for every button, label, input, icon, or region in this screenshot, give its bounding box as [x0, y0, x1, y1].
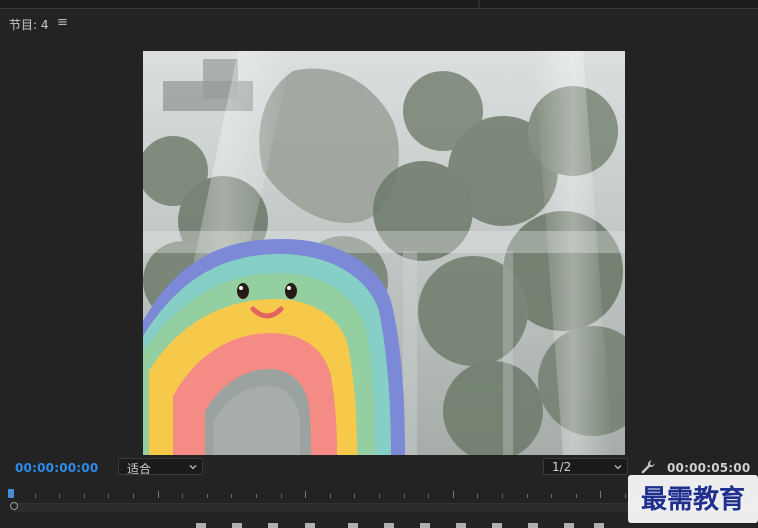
chevron-down-icon: [189, 465, 197, 470]
transport-button[interactable]: [348, 523, 358, 528]
ruler-tick: [59, 494, 60, 498]
hamburger-menu-icon[interactable]: ≡: [57, 15, 68, 30]
ruler-tick: [576, 494, 577, 498]
panel-title[interactable]: 节目: 4: [9, 16, 49, 33]
program-video-frame[interactable]: [143, 51, 625, 455]
transport-button[interactable]: [492, 523, 502, 528]
watermark-text: 最需教育: [641, 484, 745, 515]
transport-button[interactable]: [456, 523, 466, 528]
ruler-tick: [600, 491, 601, 498]
panel-divider: [478, 0, 480, 8]
ruler-tick: [527, 494, 528, 498]
ruler-tick: [330, 494, 331, 498]
chevron-down-icon: [614, 465, 622, 470]
transport-button[interactable]: [528, 523, 538, 528]
ruler-tick: [182, 494, 183, 498]
ruler-tick: [477, 494, 478, 498]
ruler-tick: [133, 494, 134, 498]
scroll-bar-left-handle[interactable]: [10, 502, 18, 510]
transport-button[interactable]: [420, 523, 430, 528]
ruler-tick: [256, 494, 257, 498]
ruler-tick: [108, 494, 109, 498]
ruler-tick: [404, 494, 405, 498]
program-monitor-panel: 节目: 4 ≡ 00:00:00:00 适合 1/2 00:00:05:00 最…: [0, 0, 758, 528]
ruler-tick: [10, 491, 11, 498]
watermark-text-art: 最需教育: [641, 484, 745, 515]
current-timecode[interactable]: 00:00:00:00: [15, 461, 98, 475]
ruler-tick: [379, 494, 380, 498]
ruler-tick: [84, 494, 85, 498]
transport-button[interactable]: [384, 523, 394, 528]
zoom-level-dropdown[interactable]: 适合: [118, 458, 203, 476]
ruler-tick: [281, 494, 282, 498]
ruler-tick: [35, 494, 36, 498]
transport-button[interactable]: [305, 523, 315, 528]
watermark-logo: 最需教育: [628, 475, 758, 523]
transport-button[interactable]: [232, 523, 242, 528]
zoom-level-value: 适合: [127, 462, 152, 476]
ruler-tick: [354, 494, 355, 498]
panel-header: 节目: 4 ≡: [0, 10, 758, 36]
playhead-marker-icon[interactable]: [8, 489, 14, 498]
transport-button[interactable]: [564, 523, 574, 528]
wrench-icon[interactable]: [640, 459, 656, 475]
ruler-tick: [305, 491, 306, 498]
ruler-tick: [502, 494, 503, 498]
ruler-tick: [625, 494, 626, 498]
transport-button[interactable]: [196, 523, 206, 528]
playback-resolution-value: 1/2: [552, 460, 572, 474]
ruler-tick: [207, 494, 208, 498]
ruler-tick: [453, 491, 454, 498]
playback-resolution-dropdown[interactable]: 1/2: [543, 458, 628, 475]
top-panel-strip: [0, 0, 758, 9]
ruler-tick: [428, 494, 429, 498]
ruler-tick: [231, 494, 232, 498]
duration-timecode: 00:00:05:00: [667, 461, 751, 475]
transport-button[interactable]: [268, 523, 278, 528]
video-frame-image: [143, 51, 625, 455]
ruler-tick: [158, 491, 159, 498]
ruler-tick: [551, 494, 552, 498]
transport-button[interactable]: [594, 523, 604, 528]
